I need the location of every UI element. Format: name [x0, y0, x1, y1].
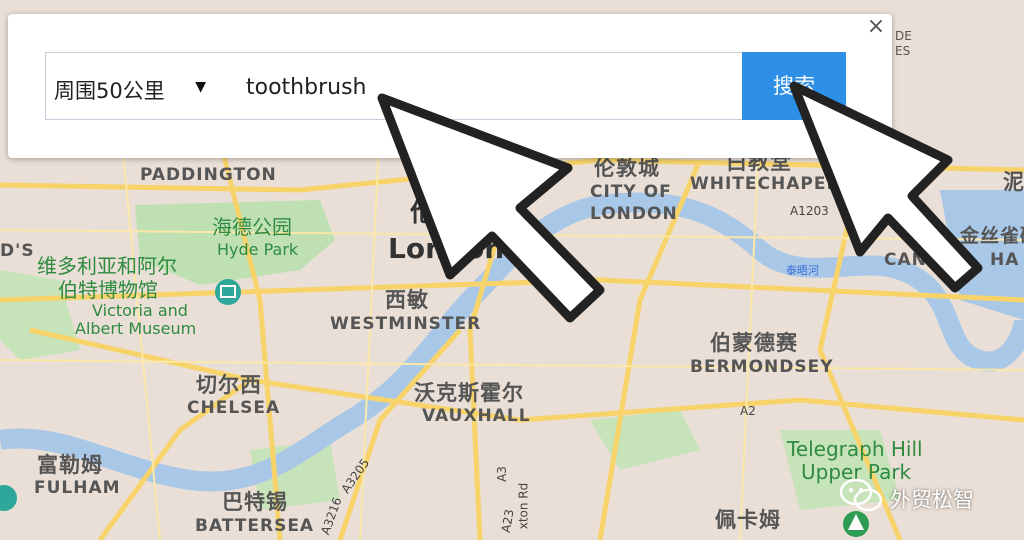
label-london-en: London	[388, 232, 505, 265]
label-vauxhall-cn: 沃克斯霍尔	[414, 381, 524, 405]
label-va-cn-1: 维多利亚和阿尔	[37, 254, 177, 278]
label-peckham-cn: 佩卡姆	[715, 508, 781, 532]
caret-down-icon: ▼	[195, 79, 206, 95]
range-select-value: 周围50公里	[54, 79, 165, 103]
label-edge-en-top2: ES	[895, 44, 911, 58]
label-va-en-1: Victoria and	[92, 301, 188, 320]
label-fulham-cn: 富勒姆	[37, 453, 103, 477]
label-paddington: PADDINGTON	[140, 165, 277, 185]
label-chelsea-en: CHELSEA	[187, 398, 281, 418]
label-chelsea-cn: 切尔西	[196, 373, 262, 397]
label-thames-cn: 泰晤河	[786, 264, 819, 277]
label-edge-en-top: DE	[895, 29, 912, 43]
label-canary-en: CANA	[884, 250, 942, 270]
label-canary-en-2: HA	[990, 250, 1020, 270]
label-telegraph-1: Telegraph Hill	[787, 437, 923, 461]
watermark: 外贸松智	[838, 478, 974, 512]
label-whitechapel-en: WHITECHAPEL	[690, 174, 839, 194]
wechat-icon	[839, 478, 883, 512]
search-button[interactable]: 搜索	[742, 52, 846, 120]
label-road-a3: A3	[494, 466, 509, 482]
watermark-text: 外贸松智	[890, 488, 974, 512]
label-road-kennington: xton Rd	[516, 482, 531, 530]
label-va-cn-2: 伯特博物馆	[58, 278, 158, 302]
label-edge-en-left: D'S	[0, 241, 35, 261]
label-road-a2: A2	[740, 404, 756, 418]
search-input[interactable]: toothbrush	[216, 52, 743, 120]
label-va-en-2: Albert Museum	[75, 319, 197, 338]
label-westminster-cn: 西敏	[385, 288, 429, 312]
label-city-cn: 伦敦城	[594, 156, 660, 180]
label-hyde-park-cn: 海德公园	[212, 215, 292, 239]
label-bermondsey-en: BERMONDSEY	[690, 357, 834, 377]
label-vauxhall-en: VAUXHALL	[422, 406, 531, 426]
label-hyde-park-en: Hyde Park	[217, 240, 299, 259]
label-london-cn: 伦	[410, 198, 437, 228]
label-canary-cn: 金丝雀码	[960, 225, 1024, 247]
label-city-en-2: LONDON	[590, 204, 678, 224]
close-button[interactable]: ×	[866, 16, 886, 38]
label-city-en-1: CITY OF	[590, 182, 672, 202]
label-battersea-en: BATTERSEA	[195, 516, 315, 536]
label-battersea-cn: 巴特锡	[222, 490, 288, 514]
search-panel: × 周围50公里 ▼ toothbrush 搜索	[8, 14, 892, 158]
label-road-a1203: A1203	[790, 204, 829, 218]
search-input-value: toothbrush	[246, 75, 367, 100]
range-select[interactable]: 周围50公里 ▼	[45, 52, 217, 120]
label-edge-cn: 泥	[1003, 170, 1024, 194]
label-fulham-en: FULHAM	[34, 478, 121, 498]
label-bermondsey-cn: 伯蒙德赛	[710, 331, 798, 355]
label-westminster-en: WESTMINSTER	[330, 314, 482, 334]
